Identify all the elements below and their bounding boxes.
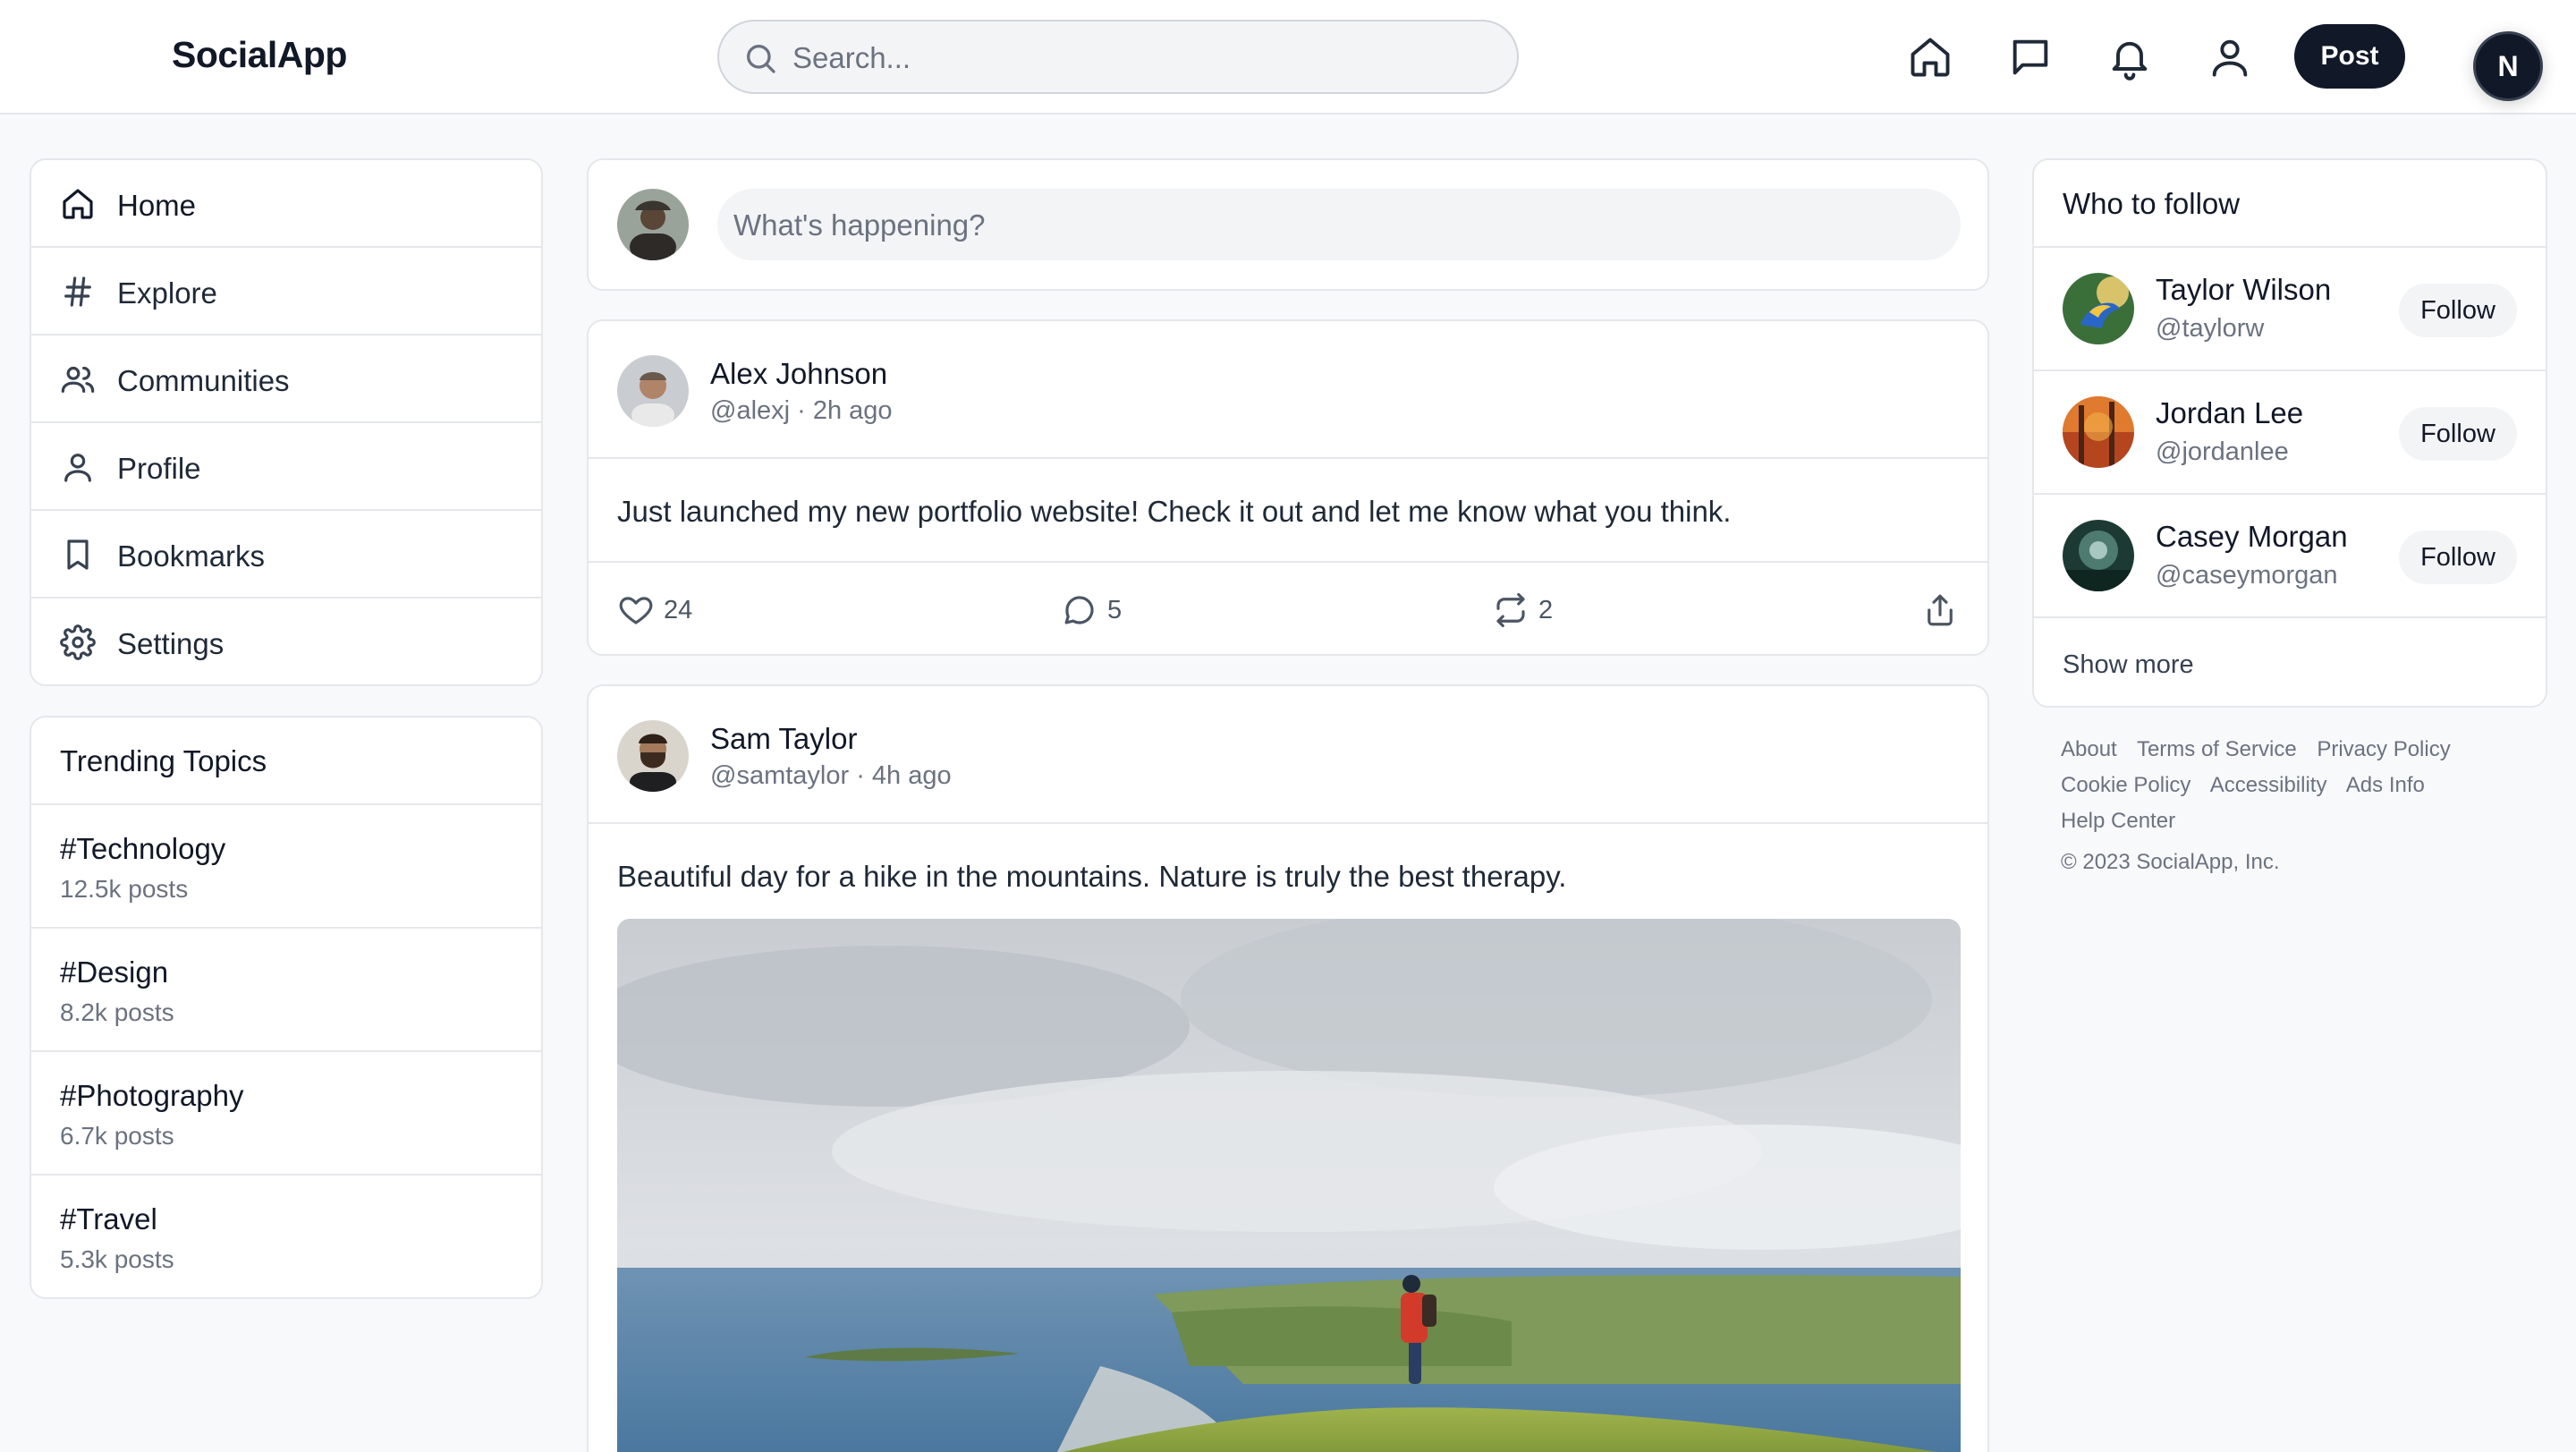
post-author[interactable]: Sam Taylor (710, 722, 857, 756)
follow-button[interactable]: Follow (2399, 407, 2517, 461)
sidebar-item-bookmarks[interactable]: Bookmarks (31, 511, 541, 599)
post-meta: @samtaylor · 4h ago (710, 761, 952, 790)
topic-tag: #Design (60, 955, 169, 989)
sidebar-item-label: Settings (117, 627, 225, 660)
search-input[interactable]: Search... (792, 41, 911, 75)
sidebar-item-communities[interactable]: Communities (31, 335, 541, 423)
bell-icon[interactable] (2106, 34, 2153, 81)
sidebar-item-home[interactable]: Home (31, 160, 541, 248)
post-card: Alex Johnson @alexj · 2h ago Just launch… (587, 319, 1989, 656)
footer-link-about[interactable]: About (2061, 737, 2117, 761)
post-text: Just launched my new portfolio website! … (617, 495, 1732, 528)
follow-name[interactable]: Taylor Wilson (2156, 273, 2331, 307)
avatar[interactable] (617, 355, 689, 427)
trending-topics-card: Trending Topics #Technology 12.5k posts … (30, 716, 543, 1299)
follow-handle: @jordanlee (2156, 437, 2289, 466)
user-avatar[interactable]: N (2473, 31, 2543, 101)
footer-links: About Terms of Service Privacy Policy Co… (2061, 732, 2526, 839)
footer-link-accessibility[interactable]: Accessibility (2210, 773, 2327, 797)
follow-button[interactable]: Follow (2399, 284, 2517, 337)
footer-link-help-center[interactable]: Help Center (2061, 809, 2175, 833)
who-to-follow-title: Who to follow (2063, 187, 2241, 220)
users-icon (60, 361, 96, 397)
post-image[interactable] (617, 919, 1961, 1452)
avatar[interactable] (2063, 396, 2134, 468)
avatar[interactable] (2063, 273, 2134, 344)
post-meta: @alexj · 2h ago (710, 396, 893, 425)
follow-button[interactable]: Follow (2399, 531, 2517, 584)
topic-tag: #Photography (60, 1079, 244, 1112)
sidebar-item-profile[interactable]: Profile (31, 423, 541, 511)
trending-topic[interactable]: #Photography 6.7k posts (31, 1050, 541, 1174)
comment-count: 5 (1107, 595, 1123, 624)
trending-title: Trending Topics (60, 744, 267, 777)
repost-count: 2 (1538, 595, 1554, 624)
trending-topic[interactable]: #Travel 5.3k posts (31, 1174, 541, 1297)
follow-handle: @taylorw (2156, 314, 2265, 343)
repost-icon (1492, 591, 1530, 629)
who-to-follow-card: Who to follow Taylor Wilson @taylorw Fol… (2032, 158, 2547, 708)
topic-count: 5.3k posts (60, 1245, 174, 1273)
sidebar-item-explore[interactable]: Explore (31, 248, 541, 335)
search-icon (742, 40, 778, 76)
home-icon[interactable] (1907, 34, 1953, 81)
message-icon[interactable] (2007, 34, 2054, 81)
topic-tag: #Travel (60, 1202, 157, 1235)
comment-button[interactable]: 5 (1061, 591, 1122, 629)
like-button[interactable]: 24 (617, 591, 692, 629)
copyright-text: © 2023 SocialApp, Inc. (2061, 850, 2280, 874)
post-author[interactable]: Alex Johnson (710, 357, 887, 391)
share-button[interactable] (1921, 591, 1959, 629)
sidebar-item-label: Home (117, 189, 197, 222)
avatar[interactable] (617, 720, 689, 792)
heart-icon (617, 591, 655, 629)
compose-input[interactable]: What's happening? (717, 189, 1961, 260)
compose-placeholder: What's happening? (733, 208, 986, 242)
hash-icon (60, 274, 96, 310)
footer-link-cookie[interactable]: Cookie Policy (2061, 773, 2190, 797)
post-button[interactable]: Post (2294, 24, 2405, 89)
sidebar-item-label: Communities (117, 364, 290, 397)
topic-count: 8.2k posts (60, 998, 174, 1026)
home-icon (60, 186, 96, 222)
show-more-link[interactable]: Show more (2063, 650, 2194, 680)
follow-name[interactable]: Casey Morgan (2156, 520, 2348, 554)
top-header: SocialApp Search... Post N (0, 0, 2576, 115)
post-text: Beautiful day for a hike in the mountain… (617, 860, 1567, 893)
search-bar[interactable]: Search... (717, 20, 1519, 94)
topic-count: 6.7k posts (60, 1122, 174, 1150)
sidebar-nav: Home Explore Communities Profile Bookmar… (30, 158, 543, 686)
avatar[interactable] (617, 189, 689, 260)
sidebar-item-label: Explore (117, 276, 217, 310)
like-count: 24 (664, 595, 693, 624)
sidebar-item-label: Profile (117, 452, 201, 485)
post-card: Sam Taylor @samtaylor · 4h ago Beautiful… (587, 684, 1989, 1452)
repost-button[interactable]: 2 (1492, 591, 1553, 629)
comment-icon (1061, 591, 1098, 629)
app-logo[interactable]: SocialApp (172, 34, 347, 76)
user-icon[interactable] (2207, 34, 2253, 81)
trending-topic[interactable]: #Technology 12.5k posts (31, 803, 541, 927)
sidebar-item-label: Bookmarks (117, 539, 266, 573)
bookmark-icon (60, 537, 96, 573)
sidebar-item-settings[interactable]: Settings (31, 599, 541, 684)
user-icon (60, 449, 96, 485)
follow-handle: @caseymorgan (2156, 561, 2338, 590)
avatar[interactable] (2063, 520, 2134, 591)
trending-topic[interactable]: #Design 8.2k posts (31, 927, 541, 1050)
footer-link-ads-info[interactable]: Ads Info (2346, 773, 2425, 797)
follow-suggestion: Taylor Wilson @taylorw Follow (2034, 246, 2546, 369)
gear-icon (60, 624, 96, 660)
compose-card: What's happening? (587, 158, 1989, 291)
follow-suggestion: Jordan Lee @jordanlee Follow (2034, 369, 2546, 493)
follow-name[interactable]: Jordan Lee (2156, 396, 2303, 430)
footer-link-privacy[interactable]: Privacy Policy (2317, 737, 2450, 761)
topic-tag: #Technology (60, 832, 226, 865)
share-icon (1921, 591, 1959, 629)
topic-count: 12.5k posts (60, 875, 189, 903)
footer-link-terms[interactable]: Terms of Service (2137, 737, 2297, 761)
follow-suggestion: Casey Morgan @caseymorgan Follow (2034, 493, 2546, 616)
